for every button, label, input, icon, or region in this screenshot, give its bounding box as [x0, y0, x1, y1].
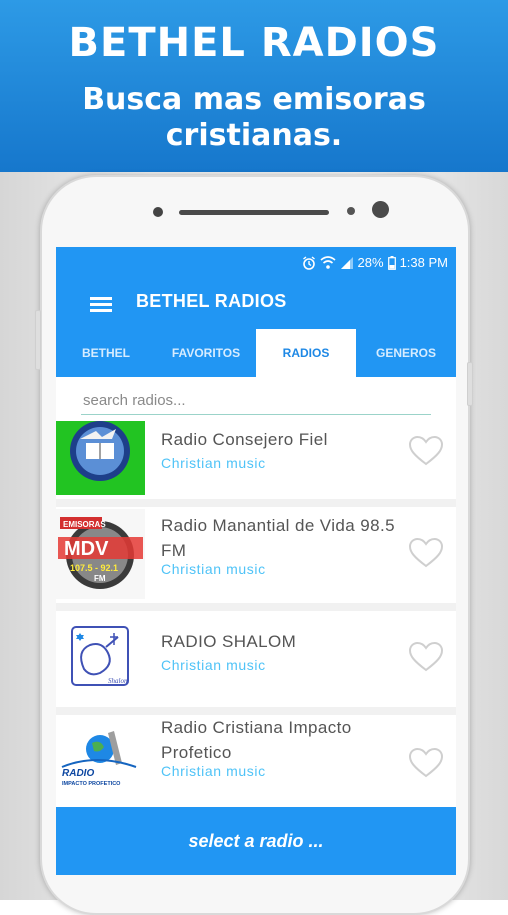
menu-icon[interactable]: [90, 297, 112, 313]
alarm-icon: [302, 255, 315, 270]
phone-camera: [372, 201, 389, 218]
signal-icon: [340, 256, 353, 269]
wifi-icon: [320, 255, 336, 269]
list-item[interactable]: EMISORAS MDV 107.5 - 92.1 FM Radio Manan…: [56, 507, 456, 611]
app-title: BETHEL RADIOS: [136, 291, 287, 311]
promo-banner: BETHEL RADIOS Busca mas emisoras cristia…: [0, 0, 508, 172]
tab-bar: BETHEL FAVORITOS RADIOS GENEROS: [56, 329, 456, 377]
radio-manantial-logo: EMISORAS MDV 107.5 - 92.1 FM: [56, 509, 145, 599]
battery-icon: [387, 255, 396, 270]
favorite-heart-icon[interactable]: [408, 747, 444, 779]
phone-front-sensor: [153, 207, 163, 217]
app-screen: 28% 1:38 PM BETHEL RADIOS BETHEL FAVORIT…: [56, 247, 456, 875]
logo-radio-text: RADIO: [62, 768, 94, 779]
logo-freq-text: 107.5 - 92.1: [70, 563, 118, 573]
radio-impacto-profetico-logo: RADIO IMPACTO PROFETICO: [56, 723, 145, 803]
tab-generos[interactable]: GENEROS: [356, 329, 456, 377]
favorite-heart-icon[interactable]: [408, 537, 444, 569]
radio-consejero-fiel-logo: [56, 421, 145, 495]
logo-fm-text: FM: [94, 574, 106, 583]
promo-subtitle: Busca mas emisoras cristianas.: [0, 82, 508, 154]
logo-emisoras-text: EMISORAS: [63, 520, 106, 529]
tab-favoritos[interactable]: FAVORITOS: [156, 329, 256, 377]
promo-subtitle-line2: cristianas.: [165, 118, 343, 153]
status-icons: 28% 1:38 PM: [302, 255, 448, 270]
radio-shalom-logo: Shalom: [56, 619, 145, 699]
phone-proximity-sensor: [347, 207, 355, 215]
tab-radios[interactable]: RADIOS: [256, 329, 356, 377]
logo-mdv-text: MDV: [64, 538, 109, 560]
radio-genre: Christian music: [161, 455, 266, 471]
battery-percent: 28%: [357, 255, 384, 270]
tab-bethel[interactable]: BETHEL: [56, 329, 156, 377]
promo-title: BETHEL RADIOS: [68, 20, 440, 66]
list-item[interactable]: RADIO IMPACTO PROFETICO Radio Cristiana …: [56, 715, 456, 815]
favorite-heart-icon[interactable]: [408, 641, 444, 673]
radio-name: Radio Cristiana Impacto Profetico: [161, 718, 352, 762]
status-time: 1:38 PM: [399, 255, 448, 270]
now-playing-bar[interactable]: select a radio ...: [56, 807, 456, 875]
promo-subtitle-line1: Busca mas emisoras: [82, 82, 426, 117]
favorite-heart-icon[interactable]: [408, 435, 444, 467]
radio-genre: Christian music: [161, 561, 266, 577]
power-button: [467, 362, 473, 406]
list-item[interactable]: Radio Consejero Fiel Christian music: [56, 421, 456, 507]
radio-name: Radio Manantial de Vida 98.5 FM: [161, 516, 395, 560]
list-item[interactable]: Shalom RADIO SHALOM Christian music: [56, 611, 456, 715]
volume-button: [35, 310, 41, 370]
status-bar: 28% 1:38 PM: [56, 247, 456, 277]
app-bar: BETHEL RADIOS: [56, 277, 456, 329]
radio-name: Radio Consejero Fiel: [161, 430, 328, 449]
logo-impacto-text: IMPACTO PROFETICO: [62, 781, 121, 787]
radio-genre: Christian music: [161, 763, 266, 779]
logo-shalom-text: Shalom: [108, 677, 129, 685]
phone-speaker: [179, 210, 329, 215]
search-input[interactable]: search radios...: [81, 387, 431, 415]
radio-name: RADIO SHALOM: [161, 632, 297, 651]
radio-genre: Christian music: [161, 657, 266, 673]
